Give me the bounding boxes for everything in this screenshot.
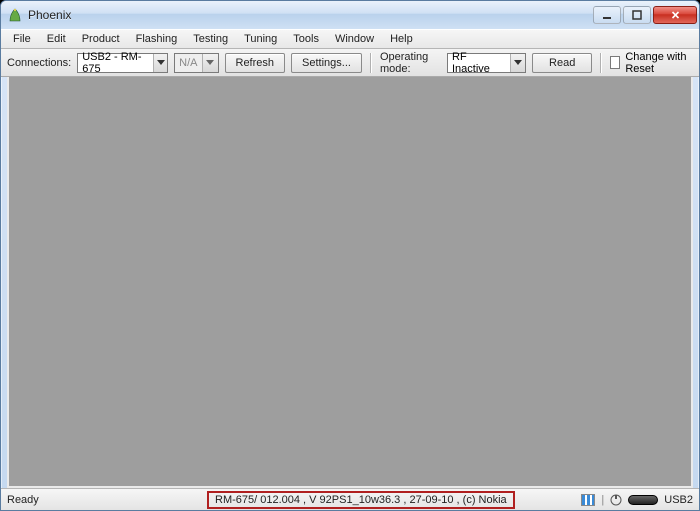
change-with-reset-label: Change with Reset [625,51,693,75]
menu-tuning[interactable]: Tuning [236,31,285,47]
connections-value: USB2 - RM-675 [82,51,149,75]
close-button[interactable] [653,6,697,24]
minimize-button[interactable] [593,6,621,24]
toolbar-separator [370,53,372,73]
client-area [7,77,693,488]
window-title: Phoenix [28,8,593,22]
status-device-info: RM-675/ 012.004 , V 92PS1_10w36.3 , 27-0… [207,491,515,509]
chevron-down-icon [202,54,218,72]
status-icons: | USB2 [581,494,693,506]
menu-file[interactable]: File [5,31,39,47]
chevron-down-icon [510,54,525,72]
maximize-button[interactable] [623,6,651,24]
change-with-reset-wrap[interactable]: Change with Reset [610,51,693,75]
menubar: File Edit Product Flashing Testing Tunin… [1,29,699,49]
change-with-reset-checkbox[interactable] [610,56,620,69]
operating-mode-label: Operating mode: [380,51,441,75]
separator-icon: | [601,494,604,506]
na-value: N/A [179,57,197,69]
menu-flashing[interactable]: Flashing [128,31,186,47]
operating-mode-value: RF Inactive [452,51,506,75]
menu-edit[interactable]: Edit [39,31,74,47]
titlebar: Phoenix [1,1,699,29]
status-ready: Ready [7,494,197,506]
progress-indicator-icon [581,494,595,506]
operating-mode-combo[interactable]: RF Inactive [447,53,526,73]
statusbar: Ready RM-675/ 012.004 , V 92PS1_10w36.3 … [1,488,699,510]
app-icon [7,7,23,23]
menu-window[interactable]: Window [327,31,382,47]
status-usb-label: USB2 [664,494,693,506]
menu-product[interactable]: Product [74,31,128,47]
connector-icon [610,494,622,506]
menu-testing[interactable]: Testing [185,31,236,47]
toolbar-separator [600,53,602,73]
read-button[interactable]: Read [532,53,592,73]
usb-device-icon [628,495,658,505]
connections-combo[interactable]: USB2 - RM-675 [77,53,168,73]
connections-label: Connections: [7,57,71,69]
settings-button[interactable]: Settings... [291,53,362,73]
na-combo[interactable]: N/A [174,53,218,73]
toolbar: Connections: USB2 - RM-675 N/A Refresh S… [1,49,699,77]
chevron-down-icon [153,54,167,72]
refresh-button[interactable]: Refresh [225,53,286,73]
app-window: Phoenix File Edit Product Flashing Testi… [0,0,700,511]
menu-tools[interactable]: Tools [285,31,327,47]
menu-help[interactable]: Help [382,31,421,47]
window-controls [593,6,697,24]
